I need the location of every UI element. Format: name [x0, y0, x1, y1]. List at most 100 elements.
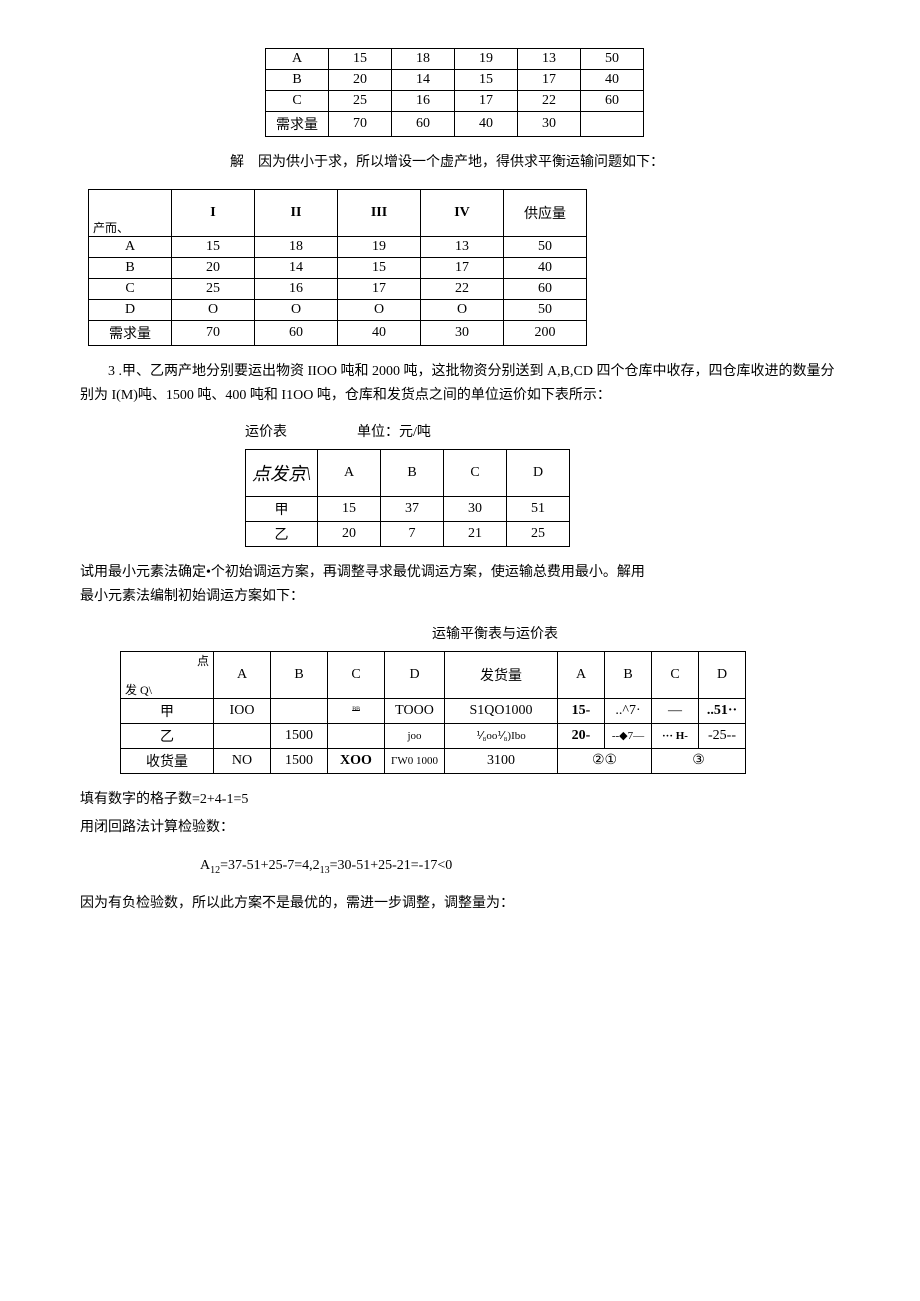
cell: 25: [172, 278, 255, 299]
cell: [214, 723, 271, 748]
cell: O: [338, 299, 421, 320]
header-origin: 产而、: [89, 189, 172, 236]
cell: 17: [338, 278, 421, 299]
cell: --◆7—: [605, 723, 652, 748]
table-row: 收货量 NO 1500 XOO ΓW0 1000 3100 ②① ③: [121, 748, 746, 773]
cell: O: [172, 299, 255, 320]
cell: 14: [392, 70, 455, 91]
table-row: 甲 IOO ᴮᴮ TOOO S1QO1000 15- ..^7· — ..51·…: [121, 698, 746, 723]
table-row: 乙 20 7 21 25: [246, 522, 570, 547]
table-row: 需求量 70 60 40 30 200: [89, 320, 587, 345]
header-origin: 点发京\: [246, 450, 318, 497]
cell: ᴮᴮ: [328, 698, 385, 723]
table-row: C 25 16 17 22 60: [266, 91, 644, 112]
text-5: 用闭回路法计算检验数：: [80, 816, 840, 840]
eq-part: =30-51+25-21=-17<0: [330, 858, 453, 873]
cell: 17: [421, 257, 504, 278]
cell: 15: [318, 497, 381, 522]
cell: 13: [421, 236, 504, 257]
cell: 25: [329, 91, 392, 112]
eq-part: A: [200, 858, 210, 873]
cell: 1500: [271, 748, 328, 773]
col-header: D: [507, 450, 570, 497]
col-header: C: [328, 651, 385, 698]
table-row: 乙 1500 joo ⅟₈oo⅟₈)Ibo 20- --◆7— ··· H- -…: [121, 723, 746, 748]
header-text: 点发京\: [252, 464, 311, 484]
cell: 20: [172, 257, 255, 278]
cell: 13: [518, 49, 581, 70]
eq-part: =37-51+25-7=4,2: [220, 858, 320, 873]
cell: ⅟₈oo⅟₈)Ibo: [445, 723, 558, 748]
cell: 40: [581, 70, 644, 91]
table-2: 产而、 I II III IV 供应量 A 15 18 19 13 50 B 2…: [88, 189, 587, 346]
cell: IOO: [214, 698, 271, 723]
eq-sub: 13: [320, 864, 330, 875]
table-row: 点 发 Q\ A B C D 发货量 A B C D: [121, 651, 746, 698]
table-row: 产而、 I II III IV 供应量: [89, 189, 587, 236]
cell: 17: [518, 70, 581, 91]
text-4: 填有数字的格子数=2+4-1=5: [80, 788, 840, 812]
col-header: III: [338, 189, 421, 236]
header-origin: 点 发 Q\: [121, 651, 214, 698]
table-row: 需求量 70 60 40 30: [266, 112, 644, 137]
cell: 16: [255, 278, 338, 299]
cell: NO: [214, 748, 271, 773]
eq-sub: 12: [210, 864, 220, 875]
cell: 19: [338, 236, 421, 257]
solution-text-3a: 试用最小元素法确定•个初始调运方案，再调整寻求最优调运方案，使运输总费用最小。解…: [80, 561, 840, 585]
cell: 40: [338, 320, 421, 345]
cell: 需求量: [89, 320, 172, 345]
cell: 60: [255, 320, 338, 345]
cell: 30: [518, 112, 581, 137]
cell: joo: [385, 723, 445, 748]
header-bot: 产而、: [93, 219, 129, 236]
cell: 25: [507, 522, 570, 547]
cell: 70: [172, 320, 255, 345]
table-row: 点发京\ A B C D: [246, 450, 570, 497]
col-header: I: [172, 189, 255, 236]
cell: ..51··: [699, 698, 746, 723]
cell: 40: [455, 112, 518, 137]
col-header: C: [444, 450, 507, 497]
cell: 3100: [445, 748, 558, 773]
cell: 70: [329, 112, 392, 137]
equation-1: A12=37-51+25-7=4,213=30-51+25-21=-17<0: [200, 854, 840, 879]
cell: 51: [507, 497, 570, 522]
col-header: IV: [421, 189, 504, 236]
text-6: 因为有负检验数，所以此方案不是最优的，需进一步调整，调整量为：: [80, 892, 840, 916]
cell: C: [89, 278, 172, 299]
cell: ③: [652, 748, 746, 773]
cell: 20: [329, 70, 392, 91]
cell: 19: [455, 49, 518, 70]
cell: 15: [455, 70, 518, 91]
cell: 60: [504, 278, 587, 299]
cell: ②①: [558, 748, 652, 773]
cell: 15-: [558, 698, 605, 723]
cell: 50: [504, 236, 587, 257]
cell: 18: [255, 236, 338, 257]
cell: 21: [444, 522, 507, 547]
table-4: 点 发 Q\ A B C D 发货量 A B C D 甲 IOO ᴮᴮ TOOO…: [120, 651, 746, 774]
cell: 15: [338, 257, 421, 278]
cell: 40: [504, 257, 587, 278]
cell: 22: [518, 91, 581, 112]
col-header: 供应量: [504, 189, 587, 236]
cell: XOO: [328, 748, 385, 773]
table-row: C 25 16 17 22 60: [89, 278, 587, 299]
cell: 20: [318, 522, 381, 547]
col-header: 发货量: [445, 651, 558, 698]
col-header: C: [652, 651, 699, 698]
cell: 14: [255, 257, 338, 278]
table-row: D O O O O 50: [89, 299, 587, 320]
col-header: B: [381, 450, 444, 497]
table-row: A 15 18 19 13 50: [266, 49, 644, 70]
col-header: D: [385, 651, 445, 698]
cell: 1500: [271, 723, 328, 748]
cell: B: [266, 70, 329, 91]
cell: D: [89, 299, 172, 320]
cell: 30: [421, 320, 504, 345]
table-row: B 20 14 15 17 40: [89, 257, 587, 278]
cell: 乙: [246, 522, 318, 547]
table-1-body: A 15 18 19 13 50 B 20 14 15 17 40 C 25 1…: [266, 49, 644, 137]
table-row: A 15 18 19 13 50: [89, 236, 587, 257]
